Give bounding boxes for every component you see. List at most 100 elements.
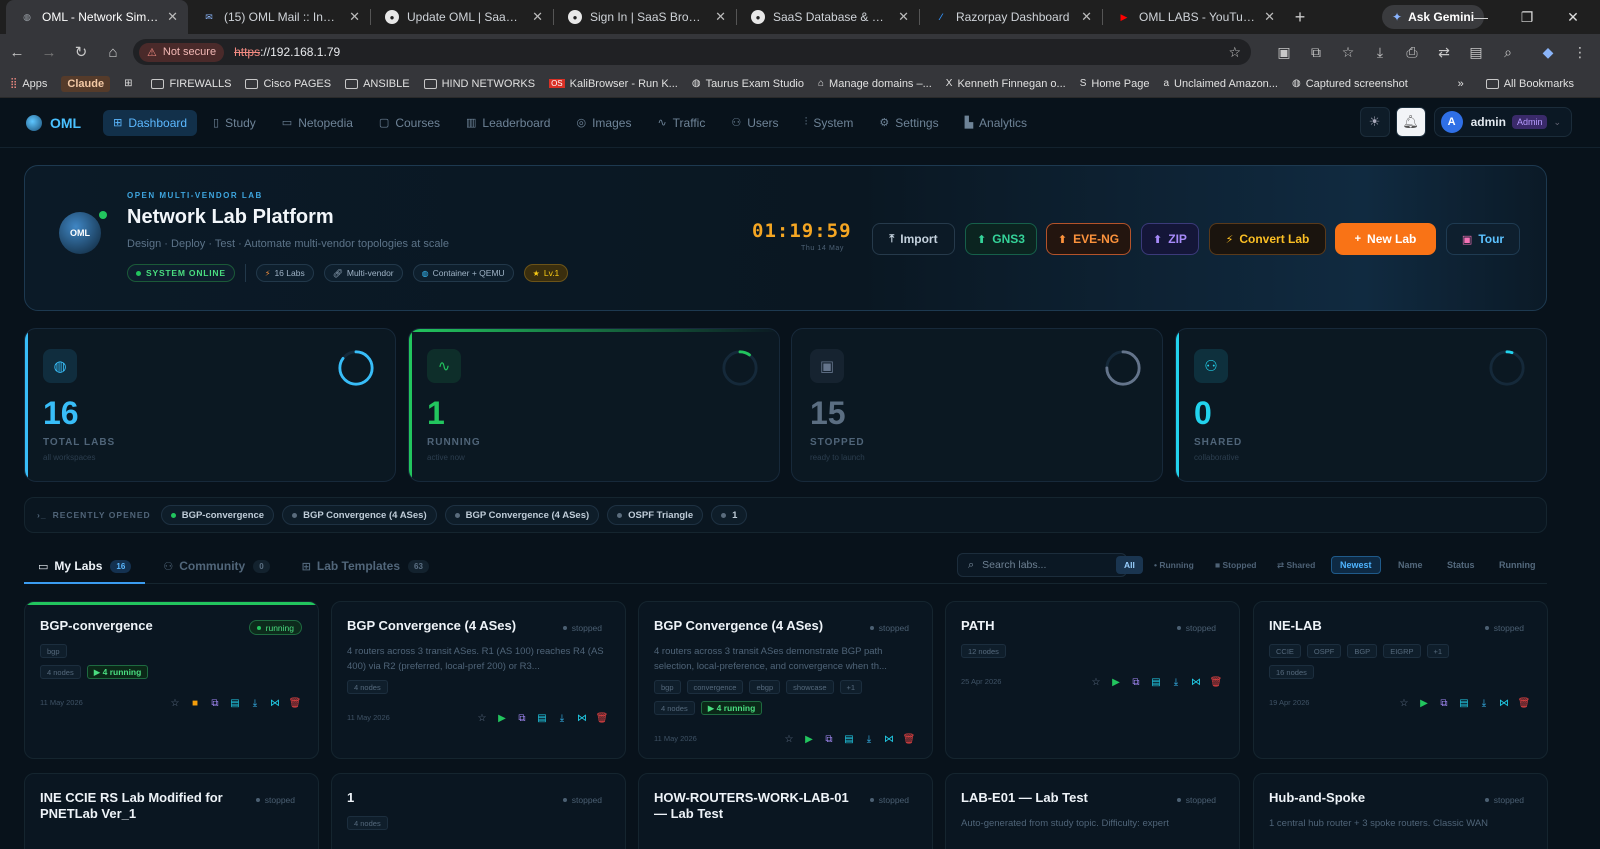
app-logo[interactable]: OML	[26, 114, 81, 131]
nav-dashboard[interactable]: ⊞ Dashboard	[103, 109, 198, 136]
url-text[interactable]: https://192.168.1.79	[234, 45, 340, 59]
bookmark-apps[interactable]: ⣿ Apps	[10, 78, 47, 90]
bookmark-hind-networks[interactable]: HIND NETWORKS	[423, 78, 535, 90]
omnibox[interactable]: ⚠ Not secure https://192.168.1.79 ☆	[133, 39, 1251, 65]
reload-button[interactable]: ↻	[66, 43, 96, 61]
recent-lab-chip[interactable]: BGP Convergence (4 ASes)	[282, 505, 437, 525]
download-icon[interactable]: ⤓	[1364, 44, 1396, 61]
browser-tab-oml-network-simulator[interactable]: ◍ OML - Network Simulator ✕	[6, 0, 188, 34]
filter-all[interactable]: All	[1116, 556, 1143, 574]
nav-netopedia[interactable]: ▭ Netopedia	[272, 110, 363, 136]
sort-status[interactable]: Status	[1439, 556, 1483, 574]
close-tab-icon[interactable]: ✕	[1264, 9, 1275, 25]
recent-lab-chip[interactable]: BGP-convergence	[160, 505, 275, 525]
filter-stopped[interactable]: ■ Stopped	[1207, 556, 1265, 574]
bookmark-firewalls[interactable]: FIREWALLS	[151, 78, 231, 90]
star-icon[interactable]: ☆	[1397, 696, 1411, 710]
bookmark-ansible[interactable]: ANSIBLE	[345, 78, 410, 90]
close-tab-icon[interactable]: ✕	[167, 9, 178, 25]
search-labs[interactable]: ⌕	[957, 553, 1127, 577]
notifications-button[interactable]: 🔔︎	[1395, 107, 1426, 137]
recent-lab-chip[interactable]: OSPF Triangle	[607, 505, 704, 525]
browser-tab-oml-labs-youtube[interactable]: ▶ OML LABS - YouTube ✕	[1103, 0, 1285, 34]
search-page-icon[interactable]: ⌕	[1492, 44, 1524, 61]
tab-lab-templates[interactable]: ⊞ Lab Templates 63	[288, 549, 443, 583]
nav-traffic[interactable]: ∿ Traffic	[647, 110, 715, 136]
profile-icon[interactable]: ◆	[1532, 44, 1564, 61]
tour-button[interactable]: ▣ Tour	[1446, 223, 1520, 255]
lab-card-ine-ccie-rs-lab-modified-for-pnetlab-ver-1[interactable]: INE CCIE RS Lab Modified for PNETLab Ver…	[24, 773, 319, 849]
download-icon[interactable]: ⤓	[555, 711, 569, 725]
close-tab-icon[interactable]: ✕	[898, 9, 909, 25]
console-icon[interactable]: ▤	[228, 696, 242, 710]
close-tab-icon[interactable]: ✕	[1081, 9, 1092, 25]
download-icon[interactable]: ⤓	[1169, 675, 1183, 689]
new-lab-button[interactable]: + New Lab	[1335, 223, 1436, 255]
share-icon[interactable]: ⋈	[1497, 696, 1511, 710]
bookmark-home-page[interactable]: S Home Page	[1080, 78, 1150, 90]
recent-lab-chip[interactable]: 1	[711, 505, 748, 525]
nav-study[interactable]: ▯ Study	[203, 110, 266, 136]
browser-tab-sign-in-saas-browser[interactable]: ● Sign In | SaaS Browser ✕	[554, 0, 736, 34]
clone-icon[interactable]: ⧉	[208, 696, 222, 710]
bookmark-unclaimed-amazon[interactable]: a Unclaimed Amazon...	[1163, 78, 1278, 90]
zip-import-button[interactable]: ⬆ ZIP	[1141, 223, 1199, 255]
share-icon[interactable]: ⋈	[575, 711, 589, 725]
tab-community[interactable]: ⚇ Community 0	[149, 549, 283, 583]
tab-my-labs[interactable]: ▭ My Labs 16	[24, 549, 146, 584]
close-tab-icon[interactable]: ✕	[349, 9, 360, 25]
lab-card-hub-and-spoke[interactable]: Hub-and-Spoke stopped 1 central hub router…	[1253, 773, 1548, 849]
search-input[interactable]	[982, 559, 1113, 571]
clone-icon[interactable]: ⧉	[1437, 696, 1451, 710]
share-icon[interactable]: ⋈	[882, 732, 896, 746]
share-icon[interactable]: ⋈	[268, 696, 282, 710]
new-tab-button[interactable]: +	[1285, 7, 1315, 28]
download-icon[interactable]: ⤓	[248, 696, 262, 710]
extension-icon[interactable]: ▣	[1268, 44, 1300, 61]
play-icon[interactable]: ▶	[495, 711, 509, 725]
user-menu[interactable]: A admin Admin ⌄	[1433, 107, 1572, 137]
nav-users[interactable]: ⚇ Users	[721, 110, 788, 136]
console-icon[interactable]: ▤	[1149, 675, 1163, 689]
browser-tab-15-oml-mail-inbox[interactable]: ✉ (15) OML Mail :: Inbox ✕	[188, 0, 370, 34]
overflow-chevron-icon[interactable]: »	[1458, 78, 1464, 90]
menu-icon[interactable]: ⋮	[1564, 44, 1596, 61]
console-icon[interactable]: ▤	[535, 711, 549, 725]
delete-icon[interactable]: 🗑︎	[288, 696, 302, 710]
theme-toggle-button[interactable]: ☀	[1359, 107, 1390, 137]
filter-shared[interactable]: ⇄ Shared	[1269, 556, 1323, 574]
lab-card-how-routers-work-lab-01-lab-test[interactable]: HOW-ROUTERS-WORK-LAB-01 — Lab Test stoppe…	[638, 773, 933, 849]
star-icon[interactable]: ☆	[475, 711, 489, 725]
lab-card-bgp-convergence[interactable]: BGP-convergence running bgp 4 nodes ▶ 4 runn…	[24, 601, 319, 759]
close-window-button[interactable]: ✕	[1550, 0, 1596, 34]
eve-ng-import-button[interactable]: ⬆ EVE-NG	[1046, 223, 1131, 255]
nav-courses[interactable]: ▢ Courses	[369, 110, 450, 136]
clone-icon[interactable]: ⧉	[822, 732, 836, 746]
delete-icon[interactable]: 🗑︎	[595, 711, 609, 725]
not-secure-badge[interactable]: ⚠ Not secure	[139, 42, 225, 62]
close-tab-icon[interactable]: ✕	[715, 9, 726, 25]
bookmark-kalibrowser-run-k[interactable]: OS KaliBrowser - Run K...	[549, 78, 678, 90]
recent-lab-chip[interactable]: BGP Convergence (4 ASes)	[444, 505, 600, 525]
console-icon[interactable]: ▤	[1457, 696, 1471, 710]
puzzle-icon[interactable]: ⧉	[1300, 44, 1332, 61]
browser-tab-razorpay-dashboard[interactable]: ⁄ Razorpay Dashboard ✕	[920, 0, 1102, 34]
translate-icon[interactable]: ⇄	[1428, 44, 1460, 61]
sort-name[interactable]: Name	[1390, 556, 1431, 574]
bookmark-star-icon[interactable]: ☆	[1228, 44, 1241, 61]
bookmark-captured-screenshot[interactable]: ◍ Captured screenshot	[1292, 78, 1408, 90]
bookmark-grid[interactable]: ⊞	[124, 78, 137, 89]
clone-icon[interactable]: ⧉	[1129, 675, 1143, 689]
filter-running[interactable]: • Running	[1146, 556, 1202, 574]
convert-lab-button[interactable]: ⚡ Convert Lab	[1209, 223, 1326, 255]
lab-card-1[interactable]: 1 stopped 4 nodes	[331, 773, 626, 849]
star-icon[interactable]: ☆	[168, 696, 182, 710]
minimize-button[interactable]: —	[1458, 0, 1504, 34]
browser-tab-saas-database-software-s[interactable]: ● SaaS Database & Software S ✕	[737, 0, 919, 34]
delete-icon[interactable]: 🗑︎	[1517, 696, 1531, 710]
lab-card-bgp-convergence-4-ases[interactable]: BGP Convergence (4 ASes) stopped 4 routers…	[331, 601, 626, 759]
delete-icon[interactable]: 🗑︎	[1209, 675, 1223, 689]
bookmarks-icon[interactable]: ☆	[1332, 44, 1364, 61]
nav-analytics[interactable]: ▙ Analytics	[955, 110, 1038, 136]
lab-card-path[interactable]: PATH stopped 12 nodes 25 Apr 2026 ☆ ▶ ⧉ ▤ ⤓ ⋈ 🗑︎	[945, 601, 1240, 759]
